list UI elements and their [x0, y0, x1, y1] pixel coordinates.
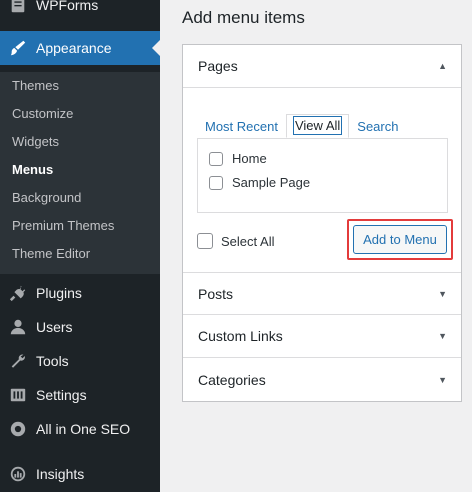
menu-item-tools[interactable]: Tools [0, 344, 160, 378]
tab-most-recent[interactable]: Most Recent [197, 116, 286, 138]
menu-item-plugins[interactable]: Plugins [0, 276, 160, 310]
wrench-icon [8, 351, 28, 371]
select-all-control[interactable]: Select All [197, 233, 274, 249]
submenu-item-theme-editor[interactable]: Theme Editor [12, 245, 90, 263]
section-pages-title: Pages [198, 58, 238, 74]
menu-label-users: Users [36, 319, 73, 335]
list-item[interactable]: Sample Page [209, 175, 310, 190]
plugin-icon [8, 283, 28, 303]
section-custom-links-title: Custom Links [198, 328, 283, 344]
section-pages-header[interactable]: Pages ▲ [183, 45, 461, 88]
caret-down-icon[interactable]: ▼ [438, 375, 447, 385]
pages-tabs: Most Recent View All Search [197, 114, 406, 138]
settings-icon [8, 385, 28, 405]
menu-item-all-in-one-seo[interactable]: All in One SEO [0, 412, 160, 446]
submenu-item-customize[interactable]: Customize [12, 105, 73, 123]
page-heading: Add menu items [182, 8, 305, 27]
page-checkbox-sample-page[interactable] [209, 175, 223, 190]
section-categories-title: Categories [198, 371, 266, 388]
section-posts-title: Posts [198, 285, 234, 302]
submenu-item-widgets[interactable]: Widgets [12, 133, 59, 151]
caret-up-icon[interactable]: ▲ [438, 61, 447, 71]
menu-label-tools: Tools [36, 353, 69, 369]
page-label-home: Home [232, 151, 267, 166]
tab-view-all[interactable]: View All [285, 114, 350, 138]
paintbrush-icon [8, 38, 28, 58]
aioseo-icon [8, 419, 28, 439]
add-menu-items-panel: Pages ▲ Most Recent View All Search Home… [182, 44, 462, 402]
menu-item-users[interactable]: Users [0, 310, 160, 344]
submenu-item-menus[interactable]: Menus [12, 161, 53, 179]
menu-label-all-in-one-seo: All in One SEO [36, 421, 131, 437]
appearance-submenu: Themes Customize Widgets Menus Backgroun… [0, 72, 160, 274]
page-checkbox-home[interactable] [209, 151, 223, 166]
add-to-menu-highlight: Add to Menu [347, 219, 453, 260]
page-label-sample-page: Sample Page [232, 175, 311, 190]
insights-icon [8, 464, 28, 484]
menu-item-insights[interactable]: Insights [0, 457, 160, 491]
select-all-checkbox[interactable] [197, 233, 213, 249]
section-categories-header[interactable]: Categories ▼ [183, 358, 461, 401]
admin-sidebar: WPForms Appearance Themes Customize Widg… [0, 0, 160, 492]
submenu-item-themes[interactable]: Themes [12, 77, 59, 95]
submenu-item-background[interactable]: Background [12, 189, 81, 207]
user-icon [8, 317, 28, 337]
add-to-menu-button[interactable]: Add to Menu [353, 225, 447, 254]
wpforms-icon [8, 0, 28, 15]
caret-down-icon[interactable]: ▼ [438, 289, 447, 299]
tab-search[interactable]: Search [349, 116, 406, 138]
menu-label-settings: Settings [36, 387, 87, 403]
section-posts-header[interactable]: Posts ▼ [183, 272, 461, 315]
menu-label-insights: Insights [36, 466, 85, 482]
menu-label-plugins: Plugins [36, 285, 82, 301]
select-all-label: Select All [221, 233, 275, 249]
menu-label-appearance: Appearance [36, 40, 112, 56]
menu-label-wpforms: WPForms [36, 0, 99, 13]
caret-down-icon[interactable]: ▼ [438, 331, 447, 341]
tab-view-all-label: View All [292, 116, 343, 135]
pages-checklist: Home Sample Page [197, 138, 448, 213]
section-custom-links-header[interactable]: Custom Links ▼ [183, 315, 461, 358]
menu-item-appearance[interactable]: Appearance [0, 31, 160, 65]
submenu-item-premium-themes[interactable]: Premium Themes [12, 217, 114, 235]
menu-item-settings[interactable]: Settings [0, 378, 160, 412]
list-item[interactable]: Home [209, 151, 267, 166]
menu-item-wpforms[interactable]: WPForms [0, 0, 160, 22]
